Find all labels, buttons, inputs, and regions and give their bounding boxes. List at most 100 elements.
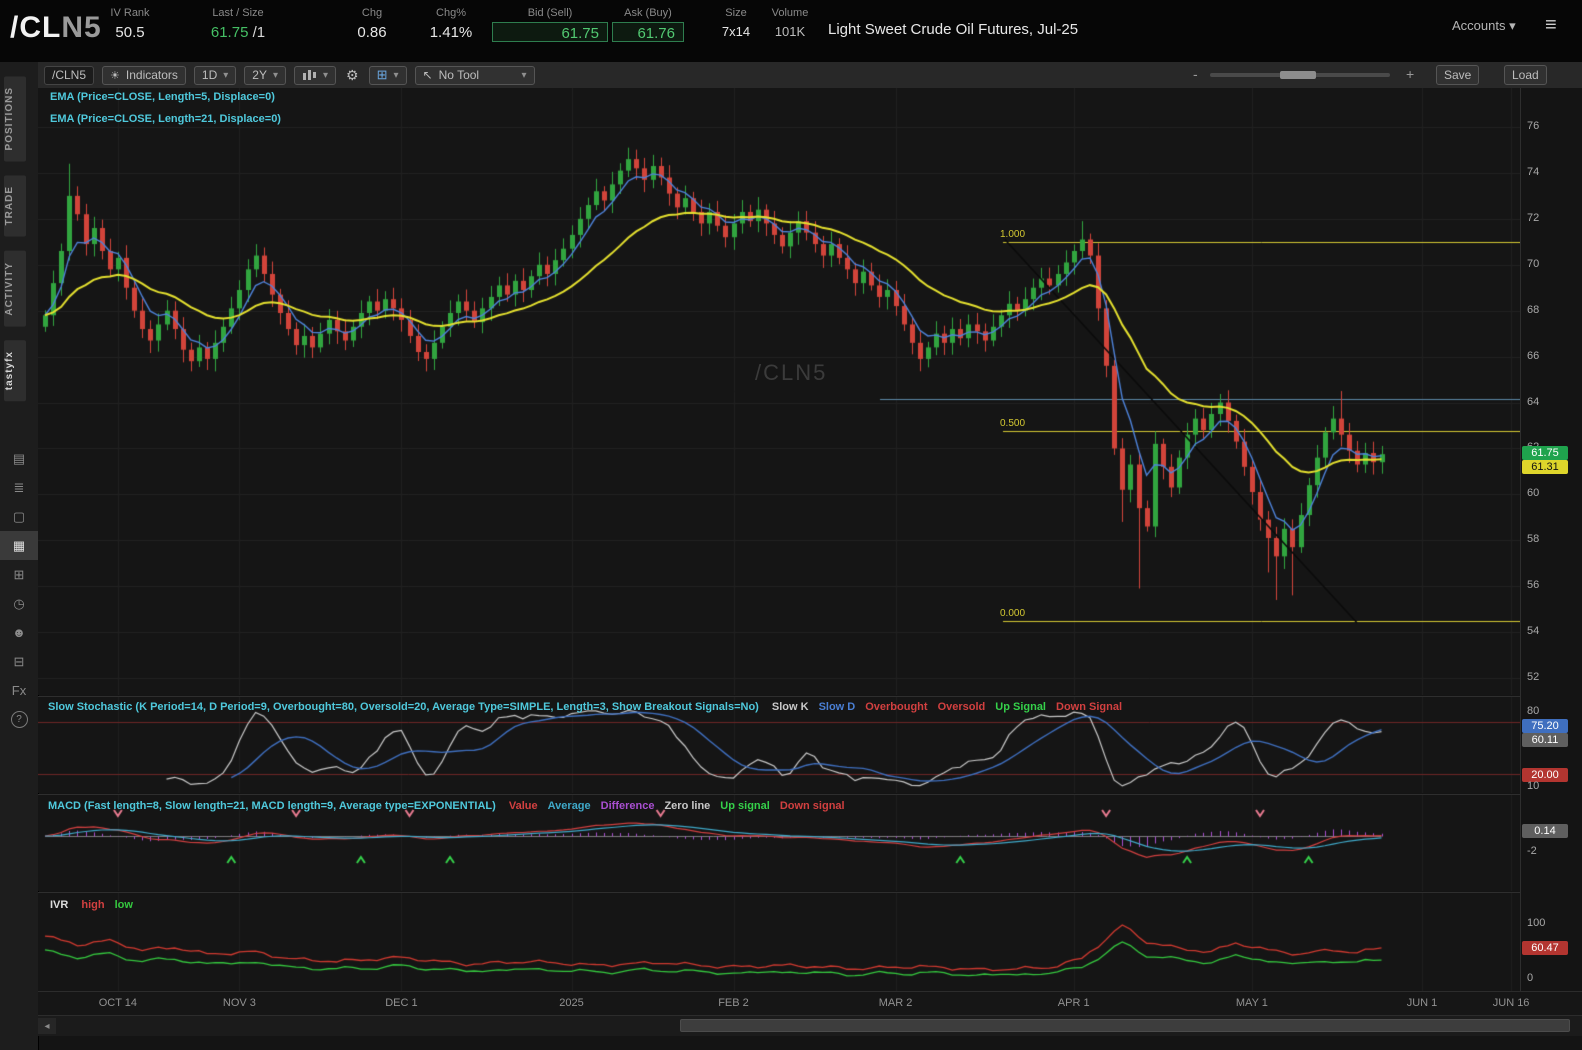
symbol-tab[interactable]: /CLN5 <box>44 65 95 85</box>
macd-title[interactable]: MACD (Fast length=8, Slow length=21, MAC… <box>48 800 496 812</box>
symbol-root: /CL <box>10 11 62 44</box>
stoch-slowd-badge: 75.20 <box>1522 719 1568 733</box>
sidebar-tab-trade[interactable]: TRADE <box>4 175 26 237</box>
ivr-tick-100: 100 <box>1527 917 1546 929</box>
study-label-ema21[interactable]: EMA (Price=CLOSE, Length=21, Displace=0) <box>50 113 281 125</box>
fib-label-0500[interactable]: 0.500 <box>1000 418 1025 429</box>
macd-legend: Value Average Difference Zero line Up signal… <box>499 800 845 812</box>
bid-label: Bid (Sell) <box>527 7 573 19</box>
sidebar-tab-tastyfx[interactable]: tastyfx <box>4 340 26 402</box>
stochastic-legend-item-0: Slow K <box>771 701 809 713</box>
bid-button[interactable]: 61.75 <box>492 22 608 42</box>
ivr-tick-0: 0 <box>1527 972 1534 984</box>
zoom-out-button[interactable]: - <box>1193 66 1198 82</box>
clock-icon[interactable]: ◷ <box>0 589 38 618</box>
last-size-label: Last / Size <box>212 7 264 19</box>
ivr-canvas[interactable] <box>38 892 1520 991</box>
drawing-tool-dropdown[interactable]: ↖ No Tool ▾ <box>414 65 535 85</box>
chart-type-icon <box>303 70 317 80</box>
symbol-title: /CLN5 <box>10 11 102 45</box>
price-tick-56: 56 <box>1527 579 1540 592</box>
scrollbar-thumb[interactable] <box>680 1019 1570 1032</box>
ema-value-badge: 61.31 <box>1522 460 1568 474</box>
sidebar-tab-positions[interactable]: POSITIONS <box>4 76 26 162</box>
iv-rank-value: 50.5 <box>115 24 145 41</box>
chevron-down-icon: ▾ <box>323 69 329 81</box>
menu-icon[interactable]: ≡ <box>1545 14 1557 37</box>
quote-header: /CLN5 IV Rank 50.5 Last / Size 61.75 /1 … <box>0 0 1582 62</box>
zoom-slider[interactable] <box>1210 71 1390 79</box>
archive-icon[interactable]: ⊟ <box>0 647 38 676</box>
price-tick-54: 54 <box>1527 625 1540 638</box>
accounts-button[interactable]: Accounts ▾ <box>1452 18 1516 34</box>
chg-value: 0.86 <box>357 24 387 41</box>
volume-field: Volume 101K <box>762 7 818 39</box>
chart-scrollbar[interactable]: ◂ <box>38 1015 1582 1036</box>
last-value: 61.75 <box>210 24 249 41</box>
chart-type-dropdown[interactable]: ▾ <box>294 65 337 85</box>
price-tick-70: 70 <box>1527 257 1540 270</box>
package-icon[interactable]: ▢ <box>0 502 38 531</box>
save-button[interactable]: Save <box>1436 65 1480 85</box>
chevron-down-icon: ▾ <box>223 69 229 81</box>
contract-description: Light Sweet Crude Oil Futures, Jul-25 <box>828 21 1079 38</box>
time-label-dec-1: DEC 1 <box>385 997 418 1009</box>
macd-legend-item-2: Difference <box>600 800 655 812</box>
indicators-icon: ☀ <box>110 69 120 82</box>
study-label-ema5[interactable]: EMA (Price=CLOSE, Length=5, Displace=0) <box>50 91 275 103</box>
ask-field: Ask (Buy) <box>612 7 684 19</box>
time-label-oct-14: OCT 14 <box>98 997 138 1009</box>
stoch-tick-80: 80 <box>1527 705 1540 717</box>
time-label-feb-2: FEB 2 <box>718 997 749 1009</box>
ivr-value-badge: 60.47 <box>1522 941 1568 955</box>
help-icon-glyph: ? <box>10 711 28 728</box>
price-tick-64: 64 <box>1527 395 1540 408</box>
fx-icon[interactable]: Fx <box>0 676 38 705</box>
chg-pct-label: Chg% <box>436 7 466 19</box>
chevron-down-icon: ▾ <box>393 69 399 81</box>
price-tick-66: 66 <box>1527 349 1540 362</box>
price-axis[interactable]: 76747270686664626058565452 61.75 61.31 8… <box>1520 88 1582 991</box>
bid-field: Bid (Sell) <box>492 7 608 19</box>
help-icon[interactable]: ? <box>0 705 38 734</box>
ask-button[interactable]: 61.76 <box>612 22 684 42</box>
size-value: 7x14 <box>721 24 751 39</box>
timeframe-dropdown[interactable]: 1D ▾ <box>193 65 237 85</box>
stochastic-legend-item-3: Oversold <box>937 701 986 713</box>
active-chart-icon[interactable]: ▦ <box>0 531 38 560</box>
list-icon[interactable]: ≣ <box>0 473 38 502</box>
chevron-down-icon: ▾ <box>1509 18 1516 33</box>
pointer-icon: ↖ <box>422 68 433 82</box>
grid-layout-dropdown[interactable]: ⊞ ▾ <box>368 65 407 85</box>
grid-icon[interactable]: ⊞ <box>0 560 38 589</box>
time-label-2025: 2025 <box>559 997 584 1009</box>
fib-label-0000[interactable]: 0.000 <box>1000 608 1025 619</box>
stochastic-title[interactable]: Slow Stochastic (K Period=14, D Period=9… <box>48 701 759 713</box>
chg-label: Chg <box>361 7 383 19</box>
sidebar-tab-activity[interactable]: ACTIVITY <box>4 250 26 327</box>
last-size-field: Last / Size 61.75 /1 <box>192 7 284 41</box>
chevron-down-icon: ▾ <box>521 69 527 81</box>
chevron-down-icon: ▾ <box>272 69 279 81</box>
settings-button[interactable]: ⚙ <box>344 66 361 85</box>
scrollbar-left-arrow-icon[interactable]: ◂ <box>38 1018 56 1034</box>
load-button[interactable]: Load <box>1504 65 1547 85</box>
fib-label-1000[interactable]: 1.000 <box>1000 229 1025 240</box>
zoom-slider-thumb[interactable] <box>1280 71 1316 79</box>
ivr-title-row: IVR high low <box>50 899 133 911</box>
chart-doc-icon[interactable]: ▤ <box>0 444 38 473</box>
time-label-jun-1: JUN 1 <box>1406 997 1438 1009</box>
indicators-button[interactable]: ☀ Indicators <box>102 65 186 85</box>
people-icon[interactable]: ☻ <box>0 618 38 647</box>
time-label-jun-16: JUN 16 <box>1492 997 1530 1009</box>
stoch-tick-10: 10 <box>1527 780 1540 792</box>
time-axis[interactable]: OCT 14 NOV 3 DEC 1 2025 FEB 2 MAR 2 APR 1 MAY 1… <box>38 991 1582 1016</box>
time-label-apr-1: APR 1 <box>1057 997 1090 1009</box>
range-dropdown[interactable]: 2Y ▾ <box>244 65 287 85</box>
chg-pct-field: Chg% 1.41% <box>422 7 480 41</box>
stochastic-title-row: Slow Stochastic (K Period=14, D Period=9… <box>48 701 1122 713</box>
zoom-in-button[interactable]: + <box>1406 66 1414 82</box>
time-label-mar-2: MAR 2 <box>878 997 913 1009</box>
ivr-title[interactable]: IVR <box>50 899 68 911</box>
price-chart-canvas[interactable] <box>38 88 1520 695</box>
